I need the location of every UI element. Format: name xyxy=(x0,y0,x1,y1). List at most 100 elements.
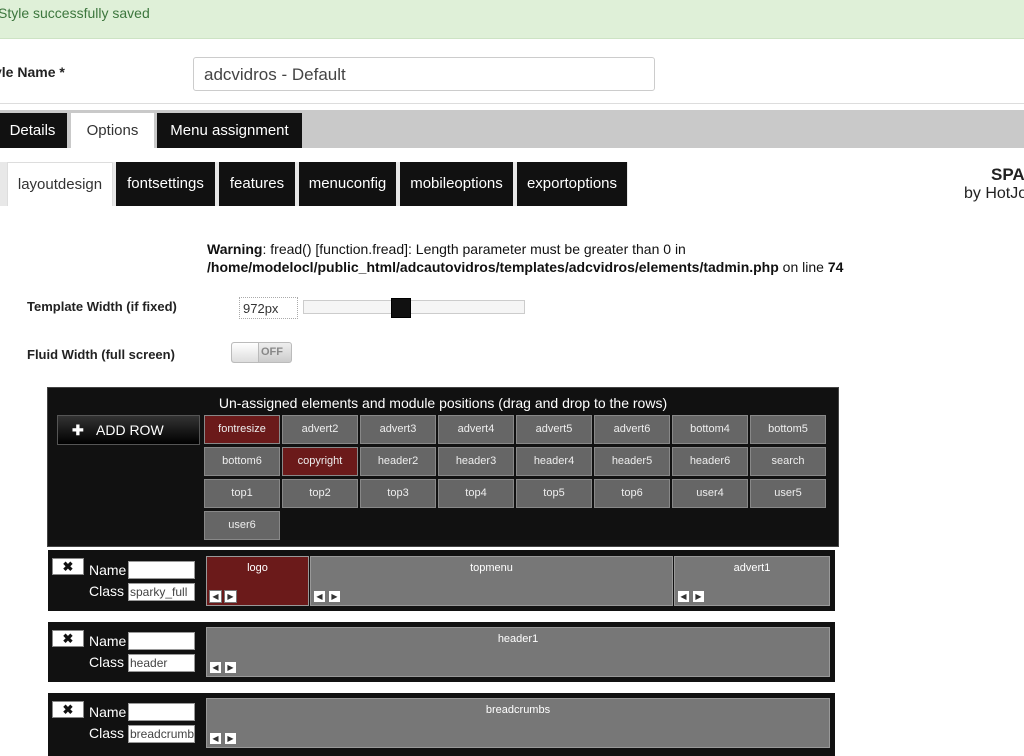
position-chip-bottom6[interactable]: bottom6 xyxy=(204,447,280,476)
position-chip-header6[interactable]: header6 xyxy=(672,447,748,476)
brand-byline: by HotJoomla xyxy=(964,185,1024,202)
subtab-menuconfig[interactable]: menuconfig xyxy=(299,162,396,206)
layout-row[interactable]: ✖ Name Class header header1 ◀ ▶ xyxy=(48,622,835,682)
position-chip-top6[interactable]: top6 xyxy=(594,479,670,508)
layout-row[interactable]: ✖ Name Class breadcrumbs breadcrumbs ◀ ▶ xyxy=(48,693,835,756)
row-name-label: Name xyxy=(89,633,127,649)
subtab-features[interactable]: features xyxy=(219,162,295,206)
tab-details[interactable]: Details xyxy=(0,113,67,148)
row-name-label: Name xyxy=(89,562,127,578)
position-label: advert1 xyxy=(733,562,771,574)
row-class-label: Class xyxy=(89,583,125,599)
row-class-input[interactable]: sparky_full xyxy=(128,583,195,601)
row-class-label: Class xyxy=(89,654,125,670)
tab-options[interactable]: Options xyxy=(71,113,154,148)
row-class-input[interactable]: breadcrumbs xyxy=(128,725,195,743)
position-label: breadcrumbs xyxy=(485,704,551,716)
success-message-bar: Style successfully saved xyxy=(0,0,1024,39)
position-chip-top5[interactable]: top5 xyxy=(516,479,592,508)
move-right-icon[interactable]: ▶ xyxy=(224,590,237,603)
position-chip-fontresize[interactable]: fontresize xyxy=(204,415,280,444)
warning-on-line: on line xyxy=(778,259,828,275)
style-name-label: yle Name * xyxy=(0,64,65,80)
position-chip-top3[interactable]: top3 xyxy=(360,479,436,508)
position-chip-advert5[interactable]: advert5 xyxy=(516,415,592,444)
warning-text: : fread() [function.fread]: Length param… xyxy=(262,241,686,257)
position-chip-advert3[interactable]: advert3 xyxy=(360,415,436,444)
position-logo[interactable]: logo ◀ ▶ xyxy=(206,556,309,606)
template-width-input[interactable]: 972px xyxy=(239,297,298,319)
position-chip-header4[interactable]: header4 xyxy=(516,447,592,476)
subtab-fontsettings[interactable]: fontsettings xyxy=(116,162,215,206)
position-chip-copyright[interactable]: copyright xyxy=(282,447,358,476)
fluid-width-label: Fluid Width (full screen) xyxy=(27,347,175,362)
style-name-input[interactable]: adcvidros - Default xyxy=(193,57,655,91)
template-width-slider[interactable] xyxy=(303,298,525,318)
fluid-width-toggle[interactable]: OFF xyxy=(231,342,292,363)
position-advert1[interactable]: advert1 ◀ ▶ xyxy=(674,556,830,606)
position-chip-user4[interactable]: user4 xyxy=(672,479,748,508)
move-right-icon[interactable]: ▶ xyxy=(224,732,237,745)
unassigned-positions: Un-assigned elements and module position… xyxy=(47,387,839,547)
plus-icon: ✚ xyxy=(72,422,84,438)
position-chip-advert4[interactable]: advert4 xyxy=(438,415,514,444)
move-left-icon[interactable]: ◀ xyxy=(313,590,326,603)
row-name-input[interactable] xyxy=(128,561,195,579)
move-right-icon[interactable]: ▶ xyxy=(692,590,705,603)
main-tabs: Details Options Menu assignment xyxy=(0,110,1024,148)
position-chip-advert2[interactable]: advert2 xyxy=(282,415,358,444)
position-chip-top1[interactable]: top1 xyxy=(204,479,280,508)
move-right-icon[interactable]: ▶ xyxy=(224,661,237,674)
move-left-icon[interactable]: ◀ xyxy=(209,732,222,745)
position-label: logo xyxy=(247,562,268,574)
sub-tabs: layoutdesign fontsettings features menuc… xyxy=(0,162,1024,206)
move-left-icon[interactable]: ◀ xyxy=(209,661,222,674)
row-name-input[interactable] xyxy=(128,632,195,650)
position-label: header1 xyxy=(497,633,539,645)
slider-handle[interactable] xyxy=(391,298,411,318)
position-header1[interactable]: header1 ◀ ▶ xyxy=(206,627,830,677)
brand-name: SPARKY xyxy=(991,165,1024,184)
row-class-label: Class xyxy=(89,725,125,741)
tab-menu-assignment[interactable]: Menu assignment xyxy=(157,113,302,148)
template-width-label: Template Width (if fixed) xyxy=(27,299,177,314)
toggle-handle xyxy=(232,343,259,362)
position-label: topmenu xyxy=(470,562,513,574)
position-chip-advert6[interactable]: advert6 xyxy=(594,415,670,444)
position-chip-header3[interactable]: header3 xyxy=(438,447,514,476)
move-left-icon[interactable]: ◀ xyxy=(209,590,222,603)
row-name-input[interactable] xyxy=(128,703,195,721)
delete-row-button[interactable]: ✖ xyxy=(52,558,84,575)
position-chip-bottom5[interactable]: bottom5 xyxy=(750,415,826,444)
move-right-icon[interactable]: ▶ xyxy=(328,590,341,603)
warning-label: Warning xyxy=(207,241,263,257)
add-row-button[interactable]: ✚ ADD ROW xyxy=(57,415,200,445)
delete-row-button[interactable]: ✖ xyxy=(52,630,84,647)
position-breadcrumbs[interactable]: breadcrumbs ◀ ▶ xyxy=(206,698,830,748)
position-chip-bottom4[interactable]: bottom4 xyxy=(672,415,748,444)
php-warning: Warning: fread() [function.fread]: Lengt… xyxy=(207,240,843,276)
warning-path: /home/modelocl/public_html/adcautovidros… xyxy=(207,259,779,275)
toggle-state: OFF xyxy=(261,346,283,358)
subtab-exportoptions[interactable]: exportoptions xyxy=(517,162,627,206)
position-chip-header5[interactable]: header5 xyxy=(594,447,670,476)
row-class-input[interactable]: header xyxy=(128,654,195,672)
subtab-layoutdesign[interactable]: layoutdesign xyxy=(7,162,113,206)
subtab-mobileoptions[interactable]: mobileoptions xyxy=(400,162,513,206)
position-chip-user5[interactable]: user5 xyxy=(750,479,826,508)
style-name-row: yle Name * adcvidros - Default xyxy=(0,40,1024,104)
position-chip-top4[interactable]: top4 xyxy=(438,479,514,508)
position-chip-top2[interactable]: top2 xyxy=(282,479,358,508)
position-chip-search[interactable]: search xyxy=(750,447,826,476)
success-message: Style successfully saved xyxy=(0,5,150,21)
row-name-label: Name xyxy=(89,704,127,720)
unassigned-title: Un-assigned elements and module position… xyxy=(218,395,668,411)
position-chip-header2[interactable]: header2 xyxy=(360,447,436,476)
position-chip-user6[interactable]: user6 xyxy=(204,511,280,540)
warning-line: 74 xyxy=(827,259,844,275)
move-left-icon[interactable]: ◀ xyxy=(677,590,690,603)
layout-row[interactable]: ✖ Name Class sparky_full logo ◀ ▶ topmenu… xyxy=(48,550,835,611)
delete-row-button[interactable]: ✖ xyxy=(52,701,84,718)
position-topmenu[interactable]: topmenu ◀ ▶ xyxy=(310,556,673,606)
brand: SPARKY by HotJoomla xyxy=(960,165,1024,203)
